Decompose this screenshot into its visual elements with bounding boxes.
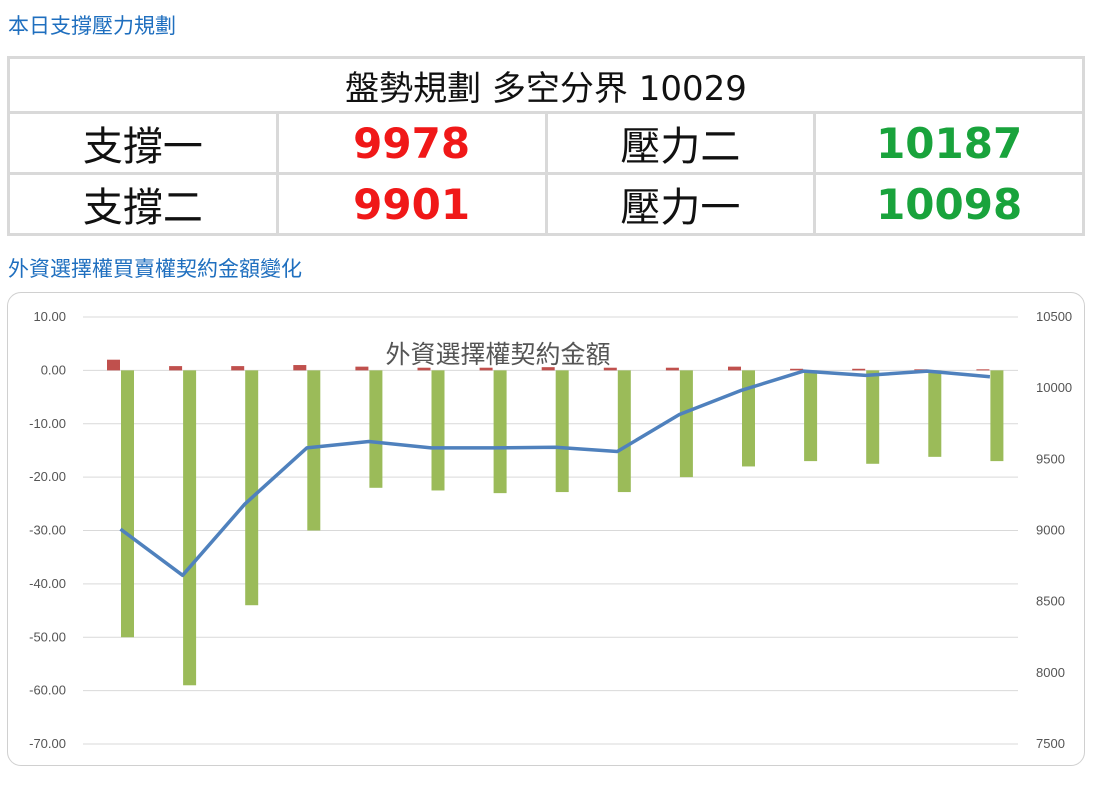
support-1-value: 9978 — [275, 111, 548, 175]
y2-tick-label: 7500 — [1036, 736, 1065, 751]
green-bar — [245, 370, 259, 606]
green-bar — [431, 370, 445, 491]
y2-tick-label: 10500 — [1036, 309, 1072, 324]
y2-tick-label: 8500 — [1036, 594, 1065, 609]
y-tick-label: 0.00 — [41, 362, 66, 377]
green-bar — [369, 370, 383, 488]
pressure-1-value: 10098 — [813, 172, 1085, 236]
y-tick-label: -40.00 — [29, 576, 66, 591]
support-2-value: 9901 — [275, 172, 548, 236]
plan-table: 盤勢規劃 多空分界 10029 支撐一 9978 壓力二 10187 支撐二 9… — [7, 56, 1085, 236]
red-bar — [231, 366, 245, 371]
y-tick-label: -30.00 — [29, 523, 66, 538]
chart-section-title: 外資選擇權買賣權契約金額變化 — [8, 257, 302, 281]
green-bar — [679, 370, 693, 478]
y-tick-label: -20.00 — [29, 469, 66, 484]
green-bar — [617, 370, 631, 493]
green-bar — [804, 370, 818, 462]
red-bar — [355, 366, 369, 371]
y2-tick-label: 10000 — [1036, 380, 1072, 395]
red-bar — [852, 368, 866, 371]
y-tick-label: 10.00 — [33, 309, 66, 324]
red-bar — [976, 369, 990, 371]
red-bar — [293, 365, 307, 371]
y2-tick-label: 8000 — [1036, 665, 1065, 680]
green-bar — [990, 370, 1004, 462]
y2-tick-label: 9000 — [1036, 523, 1065, 538]
green-bar — [742, 370, 755, 467]
green-bar — [866, 370, 880, 464]
green-bar — [928, 370, 942, 457]
y-tick-label: -50.00 — [29, 629, 66, 644]
support-1-label: 支撐一 — [7, 111, 279, 175]
y-tick-label: -70.00 — [29, 736, 66, 751]
green-bar — [121, 370, 134, 638]
options-amount-chart: 10.00 0.00 -10.00 -20.00 -30.00 -40.00 -50.00 -… — [29, 309, 1072, 751]
plan-heading: 盤勢規劃 多空分界 10029 — [7, 56, 1085, 114]
support-2-label: 支撐二 — [7, 172, 279, 236]
y2-tick-label: 9500 — [1036, 451, 1065, 466]
y-tick-label: -60.00 — [29, 683, 66, 698]
red-bar — [107, 359, 120, 371]
green-bar — [183, 370, 197, 686]
green-bar — [493, 370, 507, 494]
pressure-2-value: 10187 — [813, 111, 1085, 175]
red-bar — [169, 366, 183, 371]
chart-title: 外資選擇權契約金額 — [385, 340, 610, 369]
green-bar — [555, 370, 569, 493]
pressure-2-label: 壓力二 — [544, 111, 817, 175]
red-bar — [665, 367, 679, 371]
green-bar — [307, 370, 321, 531]
red-bar — [728, 366, 741, 371]
y-tick-label: -10.00 — [29, 416, 66, 431]
pressure-1-label: 壓力一 — [544, 172, 817, 236]
plan-section-title: 本日支撐壓力規劃 — [8, 14, 176, 38]
chart-container: 10.00 0.00 -10.00 -20.00 -30.00 -40.00 -50.00 -… — [7, 292, 1085, 766]
